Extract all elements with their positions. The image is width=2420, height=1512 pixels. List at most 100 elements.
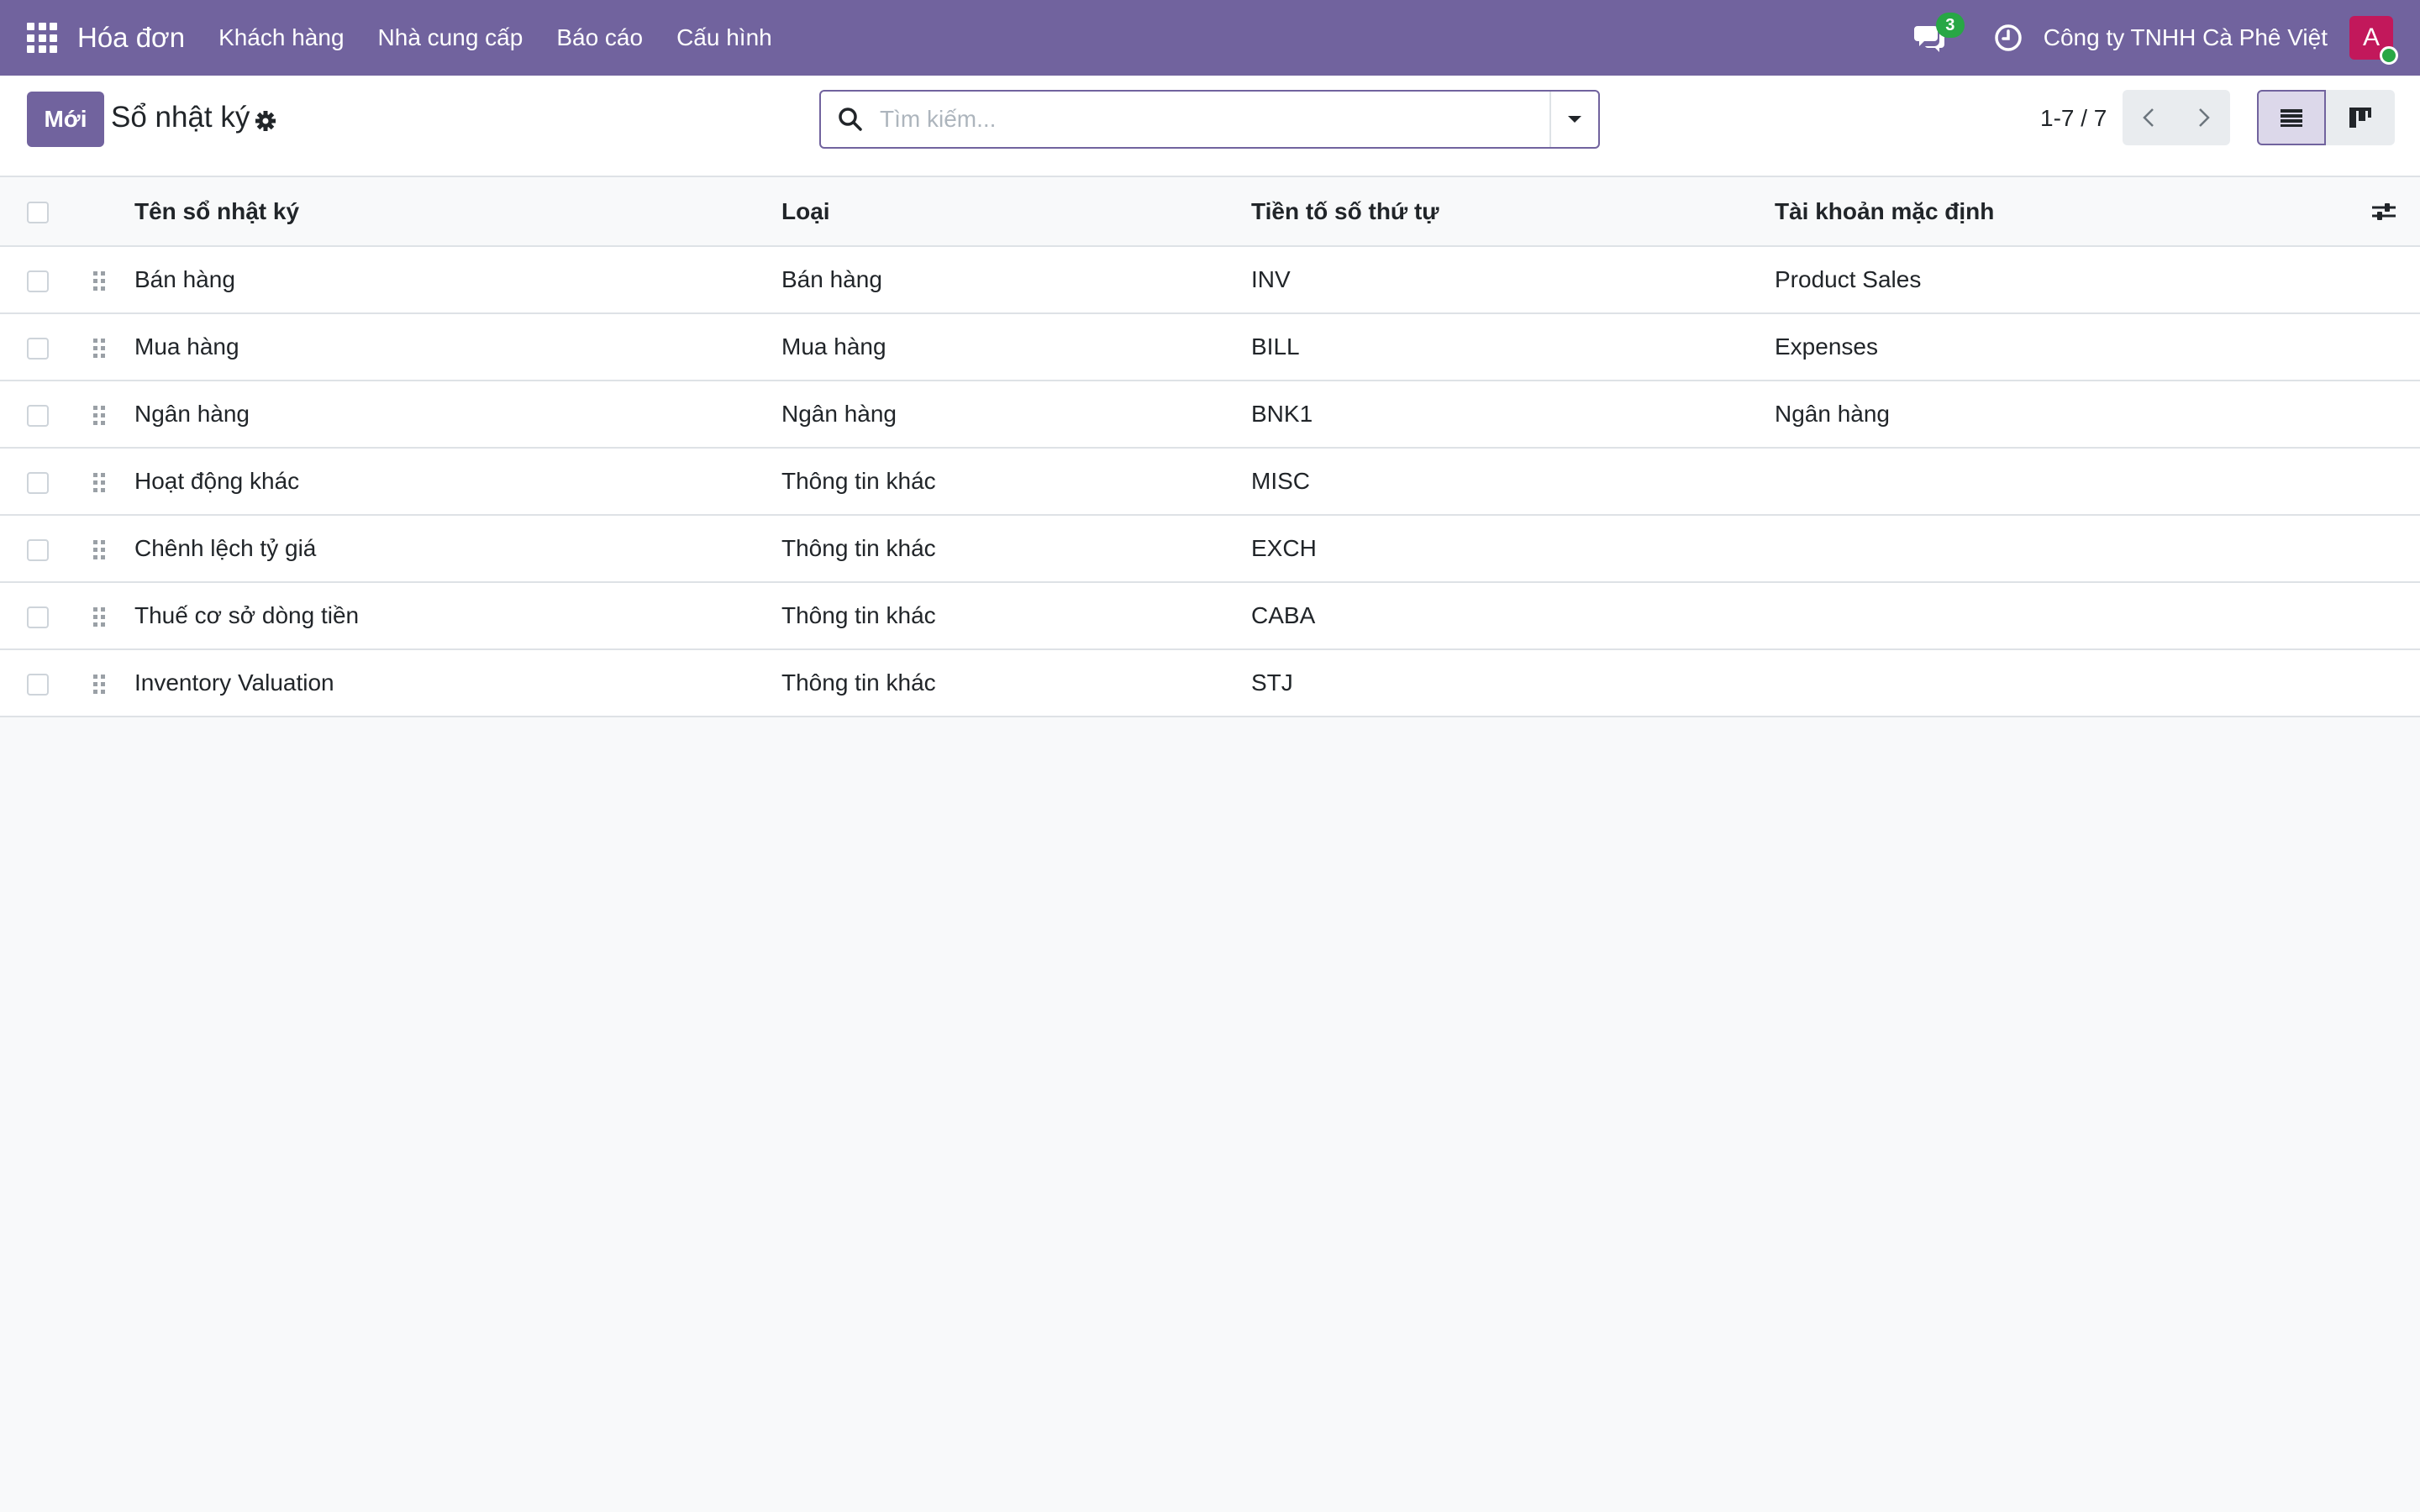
page-title: Sổ nhật ký (111, 101, 250, 134)
row-checkbox[interactable] (27, 337, 49, 360)
row-select-cell (0, 381, 49, 449)
default-account-cell[interactable] (1775, 649, 2370, 717)
avatar-initial: A (2362, 24, 2380, 51)
view-switcher (2257, 90, 2395, 145)
pager-value[interactable]: 1-7 / 7 (2040, 105, 2107, 132)
pager-next-button[interactable] (2176, 90, 2230, 145)
journal-name-cell[interactable]: Mua hàng (134, 313, 781, 381)
sequence-prefix-cell[interactable]: MISC (1251, 448, 1775, 516)
apps-grid-icon[interactable] (27, 23, 57, 53)
row-handle-cell (49, 313, 134, 381)
row-checkbox[interactable] (27, 404, 49, 427)
journal-type-cell[interactable]: Thông tin khác (781, 582, 1251, 650)
table-row[interactable]: Thuế cơ sở dòng tiền Thông tin khác CABA (0, 582, 2420, 650)
table-row[interactable]: Mua hàng Mua hàng BILL Expenses (0, 313, 2420, 381)
pager-previous-button[interactable] (2123, 90, 2176, 145)
column-header-name[interactable]: Tên sổ nhật ký (134, 177, 781, 247)
list-view-icon (2281, 109, 2302, 127)
row-handle-cell (49, 649, 134, 717)
default-account-cell[interactable] (1775, 448, 2370, 516)
column-header-type[interactable]: Loại (781, 177, 1251, 247)
chevron-right-icon (2199, 108, 2210, 127)
row-options-cell (2370, 649, 2420, 717)
menu-item-reports[interactable]: Báo cáo (556, 24, 643, 51)
sequence-prefix-cell[interactable]: STJ (1251, 649, 1775, 717)
message-count-badge: 3 (1935, 13, 1965, 38)
journal-type-cell[interactable]: Ngân hàng (781, 381, 1251, 449)
journal-name-cell[interactable]: Ngân hàng (134, 381, 781, 449)
sequence-prefix-cell[interactable]: BNK1 (1251, 381, 1775, 449)
column-header-prefix[interactable]: Tiền tố số thứ tự (1251, 177, 1775, 247)
online-status-dot (2380, 46, 2398, 65)
menu-item-vendors[interactable]: Nhà cung cấp (378, 24, 523, 51)
row-checkbox[interactable] (27, 270, 49, 292)
clock-icon[interactable] (1993, 23, 2023, 53)
top-navbar: Hóa đơn Khách hàng Nhà cung cấp Báo cáo … (0, 0, 2420, 76)
row-options-cell (2370, 448, 2420, 516)
drag-handle-icon[interactable] (92, 538, 106, 562)
select-all-cell (0, 177, 49, 247)
column-header-default-account[interactable]: Tài khoản mặc định (1775, 177, 2370, 247)
default-account-cell[interactable] (1775, 582, 2370, 650)
drag-handle-icon[interactable] (92, 270, 106, 293)
new-button[interactable]: Mới (27, 92, 104, 147)
sequence-prefix-cell[interactable]: EXCH (1251, 515, 1775, 583)
table-row[interactable]: Ngân hàng Ngân hàng BNK1 Ngân hàng (0, 381, 2420, 449)
search-box (819, 90, 1600, 149)
sequence-prefix-cell[interactable]: CABA (1251, 582, 1775, 650)
company-switcher[interactable]: Công ty TNHH Cà Phê Việt (2044, 24, 2328, 51)
row-select-cell (0, 313, 49, 381)
journal-type-cell[interactable]: Thông tin khác (781, 649, 1251, 717)
row-options-cell (2370, 381, 2420, 449)
row-checkbox[interactable] (27, 538, 49, 561)
row-handle-cell (49, 246, 134, 314)
search-options-toggle[interactable] (1549, 92, 1598, 147)
column-settings-icon[interactable] (2370, 197, 2420, 226)
journals-table: Tên sổ nhật ký Loại Tiền tố số thứ tự Tà… (0, 177, 2420, 717)
journal-name-cell[interactable]: Chênh lệch tỷ giá (134, 515, 781, 583)
table-row[interactable]: Chênh lệch tỷ giá Thông tin khác EXCH (0, 515, 2420, 583)
journal-name-cell[interactable]: Thuế cơ sở dòng tiền (134, 582, 781, 650)
table-row[interactable]: Hoạt động khác Thông tin khác MISC (0, 448, 2420, 516)
journal-type-cell[interactable]: Bán hàng (781, 246, 1251, 314)
drag-handle-icon[interactable] (92, 404, 106, 428)
pager-buttons (2123, 90, 2230, 145)
row-select-cell (0, 515, 49, 583)
default-account-cell[interactable]: Expenses (1775, 313, 2370, 381)
journal-type-cell[interactable]: Thông tin khác (781, 448, 1251, 516)
sequence-prefix-cell[interactable]: INV (1251, 246, 1775, 314)
search-input[interactable] (880, 92, 1549, 147)
messages-button[interactable]: 3 (1912, 13, 1965, 55)
row-checkbox[interactable] (27, 606, 49, 628)
menu-item-customers[interactable]: Khách hàng (218, 24, 344, 51)
journal-type-cell[interactable]: Mua hàng (781, 313, 1251, 381)
journal-name-cell[interactable]: Inventory Valuation (134, 649, 781, 717)
row-checkbox[interactable] (27, 673, 49, 696)
drag-handle-icon[interactable] (92, 337, 106, 360)
table-header-row: Tên sổ nhật ký Loại Tiền tố số thứ tự Tà… (0, 177, 2420, 247)
journal-type-cell[interactable]: Thông tin khác (781, 515, 1251, 583)
drag-handle-icon[interactable] (92, 673, 106, 696)
gear-icon[interactable] (254, 109, 277, 133)
kanban-view-button[interactable] (2326, 90, 2395, 145)
control-panel: Mới Sổ nhật ký 1-7 / 7 (0, 76, 2420, 177)
journal-name-cell[interactable]: Bán hàng (134, 246, 781, 314)
drag-handle-icon[interactable] (92, 471, 106, 495)
default-account-cell[interactable]: Product Sales (1775, 246, 2370, 314)
menu-item-configuration[interactable]: Cấu hình (676, 24, 772, 51)
sequence-prefix-cell[interactable]: BILL (1251, 313, 1775, 381)
table-row[interactable]: Bán hàng Bán hàng INV Product Sales (0, 246, 2420, 314)
journal-name-cell[interactable]: Hoạt động khác (134, 448, 781, 516)
row-checkbox[interactable] (27, 471, 49, 494)
handle-header (49, 177, 134, 247)
default-account-cell[interactable] (1775, 515, 2370, 583)
table-row[interactable]: Inventory Valuation Thông tin khác STJ (0, 649, 2420, 717)
row-select-cell (0, 582, 49, 650)
default-account-cell[interactable]: Ngân hàng (1775, 381, 2370, 449)
user-avatar[interactable]: A (2349, 16, 2398, 65)
app-title[interactable]: Hóa đơn (77, 22, 185, 54)
row-select-cell (0, 246, 49, 314)
select-all-checkbox[interactable] (27, 202, 49, 224)
drag-handle-icon[interactable] (92, 606, 106, 629)
list-view-button[interactable] (2257, 90, 2326, 145)
